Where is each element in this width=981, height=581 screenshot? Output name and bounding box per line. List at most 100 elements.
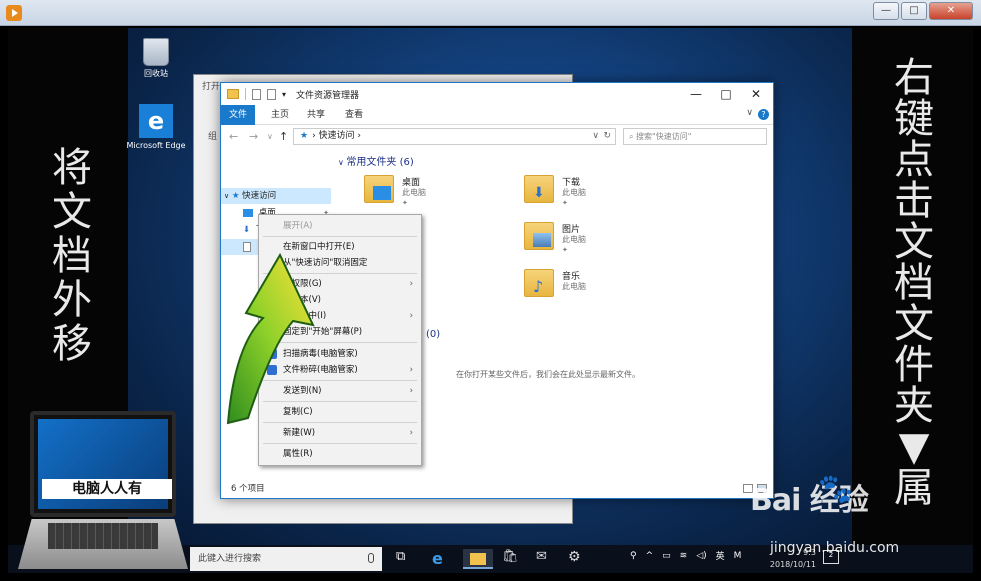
submenu-arrow-icon: › <box>409 365 413 375</box>
file-explorer-taskbar-icon[interactable] <box>463 549 493 569</box>
laptop-logo-text: 电脑人人有 <box>42 479 172 499</box>
folder-icon: ♪ <box>524 269 554 297</box>
background-window-toolbar: 组 <box>208 132 218 142</box>
address-dropdown-icon[interactable]: ∨ <box>592 129 599 144</box>
pictures-overlay-icon <box>533 233 551 247</box>
taskbar-search-box[interactable]: 此键入进行搜索 <box>190 547 382 571</box>
star-icon: ★ <box>231 191 240 201</box>
download-overlay-icon: ⬇ <box>533 185 545 201</box>
tab-share[interactable]: 共享 <box>299 105 333 125</box>
recycle-bin-icon <box>143 38 169 66</box>
laptop-screen: 电脑人人有 <box>30 411 176 517</box>
caption-char: 击 <box>894 178 934 224</box>
player-titlebar: — □ ✕ <box>0 0 981 26</box>
microphone-icon[interactable] <box>368 553 374 563</box>
background-window-title: 打开 <box>202 82 221 92</box>
system-tray: ⚲ ^ ▭ ≋ ◁) 英 M <box>630 549 742 563</box>
section-title: 常用文件夹 (6) <box>346 157 414 168</box>
menu-item-properties[interactable]: 属性(R) <box>259 446 421 462</box>
caption-char: 键 <box>894 96 934 142</box>
right-caption-panel: 右 键 点 击 文 档 文 件 夹 ▼ 属 <box>852 28 973 548</box>
ribbon-tabs: 文件 主页 共享 查看 ∨ ? <box>221 105 773 125</box>
address-bar-row: ← → ∨ ↑ ★ › 快速访问 › ∨ ↻ ⌕ 搜索"快速访问" <box>221 125 773 149</box>
recent-locations-icon[interactable]: ∨ <box>267 132 273 141</box>
close-button[interactable]: ✕ <box>929 2 973 20</box>
pin-icon: ✦ <box>562 246 568 254</box>
input-language-indicator[interactable]: 英 <box>716 549 725 562</box>
new-folder-icon[interactable] <box>267 88 276 100</box>
mail-icon[interactable]: ✉ <box>536 549 556 569</box>
recent-files-header[interactable]: (0) <box>426 329 440 340</box>
maximize-button[interactable]: □ <box>901 2 927 20</box>
baidu-paw-icon: 🐾 <box>818 472 853 505</box>
caption-char: 文 <box>894 219 934 265</box>
minimize-button[interactable]: — <box>873 2 899 20</box>
address-input[interactable]: ★ › 快速访问 › ∨ ↻ <box>293 128 616 145</box>
folder-desktop[interactable]: 桌面 此电脑 ✦ <box>364 173 514 213</box>
search-input[interactable]: ⌕ 搜索"快速访问" <box>623 128 767 145</box>
task-view-icon[interactable]: ⧉ <box>396 549 416 569</box>
nav-item-label: 快速访问 <box>242 191 277 201</box>
people-icon[interactable]: ⚲ <box>630 551 637 561</box>
search-icon: ⌕ <box>629 132 637 141</box>
wifi-icon[interactable]: ≋ <box>680 551 688 561</box>
collapse-chevron-icon[interactable]: ∨ <box>224 192 229 200</box>
divider <box>245 88 246 100</box>
caption-char: 移 <box>52 321 92 367</box>
frequent-folders-header[interactable]: ∨ 常用文件夹 (6) <box>338 153 414 168</box>
caption-char: 档 <box>52 233 92 279</box>
explorer-minimize-button[interactable]: — <box>681 85 711 103</box>
customize-toolbar-icon[interactable]: ▾ <box>282 90 286 99</box>
refresh-icon[interactable]: ↻ <box>603 129 611 144</box>
show-hidden-icons-icon[interactable]: ^ <box>646 551 654 561</box>
tab-home[interactable]: 主页 <box>263 105 297 125</box>
explorer-title: 文件资源管理器 <box>296 91 360 101</box>
search-placeholder: 搜索"快速访问" <box>636 132 692 141</box>
edge-icon: e <box>139 104 173 138</box>
caption-char: 右 <box>894 55 934 101</box>
right-caption: 右 键 点 击 文 档 文 件 夹 ▼ 属 <box>884 58 944 509</box>
menu-item-expand[interactable]: 展开(A) <box>259 218 421 234</box>
store-icon[interactable]: 🛍 <box>502 549 522 569</box>
caption-char: 将 <box>52 145 92 191</box>
folder-music[interactable]: ♪ 音乐 此电脑 <box>524 267 674 307</box>
forward-arrow-icon[interactable]: → <box>249 130 258 143</box>
explorer-maximize-button[interactable]: □ <box>711 85 741 103</box>
folder-location: 此电脑 <box>402 188 426 197</box>
pin-icon: ✦ <box>562 199 568 207</box>
desktop-icon-recycle-bin[interactable]: 回收站 <box>126 38 186 79</box>
properties-icon[interactable] <box>252 88 261 100</box>
explorer-close-button[interactable]: ✕ <box>741 85 771 103</box>
tab-file[interactable]: 文件 <box>221 105 256 125</box>
ime-icon[interactable]: M <box>734 551 742 561</box>
music-overlay-icon: ♪ <box>533 277 544 296</box>
settings-gear-icon[interactable]: ⚙ <box>568 549 588 569</box>
caption-char: 文 <box>894 301 934 347</box>
battery-icon[interactable]: ▭ <box>662 551 671 561</box>
caption-char: ▼ <box>898 424 930 470</box>
caption-char: 档 <box>894 260 934 306</box>
help-icon[interactable]: ? <box>758 109 769 120</box>
caption-char: 外 <box>52 277 92 323</box>
keyboard-keys <box>48 523 158 549</box>
window-controls: — □ ✕ <box>873 2 973 20</box>
folder-pictures[interactable]: 图片 此电脑 ✦ <box>524 220 674 260</box>
folder-location: 此电脑 <box>562 282 586 291</box>
caption-char: 件 <box>894 342 934 388</box>
folder-location: 此电脑 <box>562 188 586 197</box>
submenu-arrow-icon: › <box>409 386 413 396</box>
item-count: 6 个项目 <box>231 484 265 494</box>
desktop-icon-edge[interactable]: e Microsoft Edge <box>126 104 186 151</box>
edge-taskbar-icon[interactable]: e <box>432 549 452 569</box>
expand-ribbon-icon[interactable]: ∨ <box>746 108 753 118</box>
caption-char: 点 <box>894 137 934 183</box>
folder-icon <box>364 175 394 203</box>
nav-item-quick-access[interactable]: ∨ ★ 快速访问 <box>221 188 331 204</box>
back-arrow-icon[interactable]: ← <box>229 130 238 143</box>
volume-icon[interactable]: ◁) <box>696 551 706 561</box>
folder-icon <box>524 222 554 250</box>
caption-char: 属 <box>894 465 934 511</box>
up-arrow-icon[interactable]: ↑ <box>279 130 288 143</box>
tab-view[interactable]: 查看 <box>337 105 371 125</box>
folder-downloads[interactable]: ⬇ 下载 此电脑 ✦ <box>524 173 674 213</box>
